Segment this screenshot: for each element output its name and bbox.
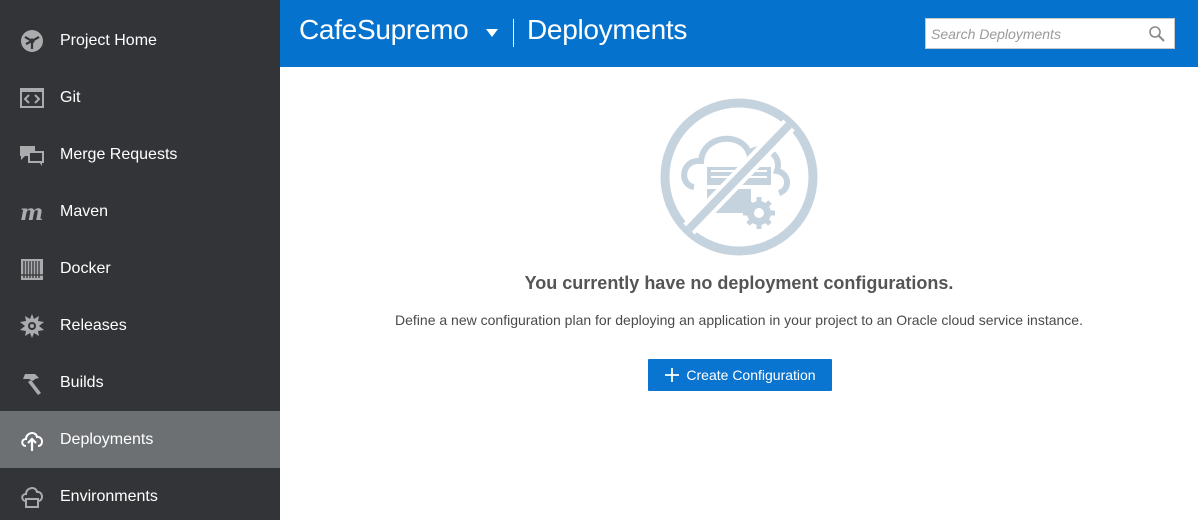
maven-icon: m — [19, 199, 45, 225]
sidebar-item-docker[interactable]: Docker — [0, 240, 280, 297]
releases-icon — [19, 313, 45, 339]
empty-state-title: You currently have no deployment configu… — [524, 273, 954, 293]
search-input[interactable] — [926, 19, 1141, 48]
header-bar: CafeSupremo Deployments — [280, 0, 1198, 67]
svg-text:m: m — [20, 200, 43, 225]
sidebar-item-label: Git — [60, 88, 81, 106]
create-configuration-label: Create Configuration — [686, 367, 816, 383]
create-configuration-button[interactable]: Create Configuration — [648, 359, 832, 391]
header-divider — [513, 19, 514, 47]
sidebar-item-label: Maven — [60, 202, 109, 220]
docker-icon — [19, 256, 45, 282]
deployments-icon — [19, 427, 45, 453]
sidebar-item-git[interactable]: Git — [0, 69, 280, 126]
sidebar-item-label: Releases — [60, 316, 127, 334]
sidebar-item-label: Docker — [60, 259, 111, 277]
sidebar-item-merge-requests[interactable]: Merge Requests — [0, 126, 280, 183]
project-home-icon — [19, 28, 45, 54]
sidebar-item-releases[interactable]: Releases — [0, 297, 280, 354]
empty-state-description: Define a new configuration plan for depl… — [395, 312, 1083, 328]
sidebar-item-project-home[interactable]: Project Home — [0, 12, 280, 69]
sidebar-item-label: Deployments — [60, 430, 154, 448]
sidebar-item-maven[interactable]: m Maven — [0, 183, 280, 240]
search-icon[interactable] — [1148, 25, 1166, 43]
page-title: Deployments — [527, 14, 688, 45]
sidebar-item-deployments[interactable]: Deployments — [0, 411, 280, 468]
git-icon — [19, 85, 45, 111]
merge-requests-icon — [19, 142, 45, 168]
project-dropdown-caret-icon[interactable] — [486, 29, 498, 37]
sidebar-item-label: Merge Requests — [60, 145, 178, 163]
project-name[interactable]: CafeSupremo — [299, 14, 469, 46]
sidebar-item-label: Environments — [60, 487, 158, 505]
sidebar-item-label: Project Home — [60, 31, 157, 49]
no-deployments-illustration-icon — [660, 98, 818, 256]
plus-icon — [665, 368, 680, 382]
main-content: You currently have no deployment configu… — [280, 67, 1198, 520]
environments-icon — [19, 484, 45, 510]
builds-icon — [19, 370, 45, 396]
sidebar-item-environments[interactable]: Environments — [0, 468, 280, 525]
sidebar: Project Home Git Merge Requests m Maven … — [0, 0, 280, 520]
sidebar-item-label: Builds — [60, 373, 104, 391]
search-box — [925, 18, 1175, 49]
sidebar-item-builds[interactable]: Builds — [0, 354, 280, 411]
